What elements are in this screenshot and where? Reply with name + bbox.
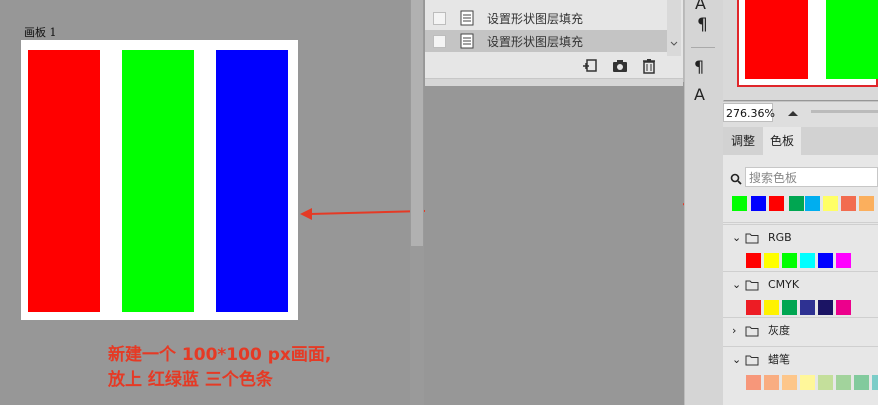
swatch[interactable] bbox=[859, 196, 874, 211]
swatch[interactable] bbox=[764, 253, 779, 268]
tab-swatches[interactable]: 色板 bbox=[763, 127, 801, 155]
folder-icon bbox=[745, 280, 759, 291]
folder-icon bbox=[745, 326, 759, 337]
swatch[interactable] bbox=[841, 196, 856, 211]
swatch-group-label: 灰度 bbox=[768, 324, 790, 337]
chevron-down-icon[interactable]: ⌄ bbox=[732, 349, 741, 371]
swatch[interactable] bbox=[800, 300, 815, 315]
swatch[interactable] bbox=[818, 253, 833, 268]
search-icon bbox=[730, 170, 742, 189]
trash-icon[interactable] bbox=[640, 57, 658, 75]
swatch[interactable] bbox=[836, 253, 851, 268]
swatch[interactable] bbox=[764, 300, 779, 315]
history-checkbox[interactable] bbox=[433, 12, 446, 25]
annotation-line-1: 新建一个 100*100 px画面, bbox=[108, 345, 332, 365]
swatch[interactable] bbox=[823, 196, 838, 211]
text-icon[interactable]: A bbox=[695, 0, 706, 13]
chevron-down-icon[interactable]: ⌄ bbox=[732, 274, 741, 296]
annotation-text: 新建一个 100*100 px画面, 放上 红绿蓝 三个色条 bbox=[108, 343, 331, 393]
history-item-label: 设置形状图层填充 bbox=[487, 12, 584, 26]
swatch[interactable] bbox=[782, 253, 797, 268]
swatch[interactable] bbox=[836, 300, 851, 315]
annotation-arrow-head bbox=[300, 208, 312, 220]
new-snapshot-icon[interactable] bbox=[581, 57, 599, 75]
character-style-icon[interactable]: A bbox=[694, 85, 705, 104]
swatch-group-label: CMYK bbox=[768, 278, 800, 291]
swatch-group[interactable]: ⌄ 蜡笔 bbox=[723, 349, 878, 371]
swatch[interactable] bbox=[746, 375, 761, 390]
swatch[interactable] bbox=[782, 375, 797, 390]
swatch[interactable] bbox=[836, 375, 851, 390]
navigator-preview[interactable] bbox=[737, 0, 878, 87]
tab-adjustments[interactable]: 调整 bbox=[723, 127, 763, 155]
canvas-scrollbar-thumb[interactable] bbox=[411, 0, 423, 246]
divider bbox=[723, 224, 878, 225]
divider bbox=[723, 317, 878, 318]
history-item[interactable]: 设置形状图层填充 bbox=[425, 7, 667, 29]
panel-empty-area bbox=[425, 86, 683, 405]
preview-green-bar bbox=[826, 0, 878, 79]
swatch[interactable] bbox=[746, 300, 761, 315]
swatch[interactable] bbox=[732, 196, 747, 211]
swatch[interactable] bbox=[764, 375, 779, 390]
document-icon bbox=[459, 10, 475, 29]
swatch-search-input[interactable]: 搜索色板 bbox=[745, 167, 878, 187]
zoom-input[interactable]: 276.36% bbox=[723, 103, 775, 122]
chevron-right-icon[interactable]: › bbox=[732, 320, 736, 342]
divider bbox=[723, 222, 878, 223]
camera-icon[interactable] bbox=[611, 57, 629, 75]
swatch[interactable] bbox=[854, 375, 869, 390]
swatch[interactable] bbox=[800, 253, 815, 268]
paragraph-style-icon[interactable]: ¶ bbox=[694, 57, 704, 76]
panel-tabs: 调整 色板 bbox=[723, 127, 878, 155]
swatch[interactable] bbox=[818, 300, 833, 315]
swatch[interactable] bbox=[789, 196, 804, 211]
swatch-group[interactable]: ⌄ RGB bbox=[723, 227, 878, 249]
history-checkbox[interactable] bbox=[433, 35, 446, 48]
swatch[interactable] bbox=[746, 253, 761, 268]
history-scrollbar[interactable] bbox=[667, 0, 681, 56]
swatch[interactable] bbox=[805, 196, 820, 211]
tool-divider bbox=[691, 47, 715, 48]
folder-icon bbox=[745, 233, 759, 244]
document-icon bbox=[459, 33, 475, 52]
annotation-line-2: 放上 红绿蓝 三个色条 bbox=[108, 370, 273, 390]
folder-icon bbox=[745, 355, 759, 366]
swatch[interactable] bbox=[872, 375, 878, 390]
swatch-group[interactable]: › 灰度 bbox=[723, 320, 878, 342]
swatch[interactable] bbox=[751, 196, 766, 211]
swatch[interactable] bbox=[800, 375, 815, 390]
preview-red-bar bbox=[745, 0, 808, 79]
swatch[interactable] bbox=[769, 196, 784, 211]
history-item-label: 设置形状图层填充 bbox=[487, 35, 584, 49]
divider bbox=[723, 271, 878, 272]
chevron-down-icon[interactable]: ⌄ bbox=[732, 227, 741, 249]
divider bbox=[723, 346, 878, 347]
history-panel: 设置形状图层填充 设置形状图层填充 bbox=[425, 0, 684, 82]
pilcrow-icon[interactable]: ¶ bbox=[697, 15, 708, 35]
history-item-selected[interactable]: 设置形状图层填充 bbox=[425, 30, 667, 52]
tools-column: A ¶ ¶ A bbox=[684, 0, 724, 405]
zoom-slider[interactable] bbox=[811, 110, 878, 113]
swatch[interactable] bbox=[818, 375, 833, 390]
zoom-out-icon[interactable] bbox=[787, 108, 799, 118]
swatch[interactable] bbox=[782, 300, 797, 315]
swatch-group[interactable]: ⌄ CMYK bbox=[723, 274, 878, 296]
swatch-group-label: RGB bbox=[768, 231, 792, 244]
swatch-group-label: 蜡笔 bbox=[768, 353, 790, 366]
